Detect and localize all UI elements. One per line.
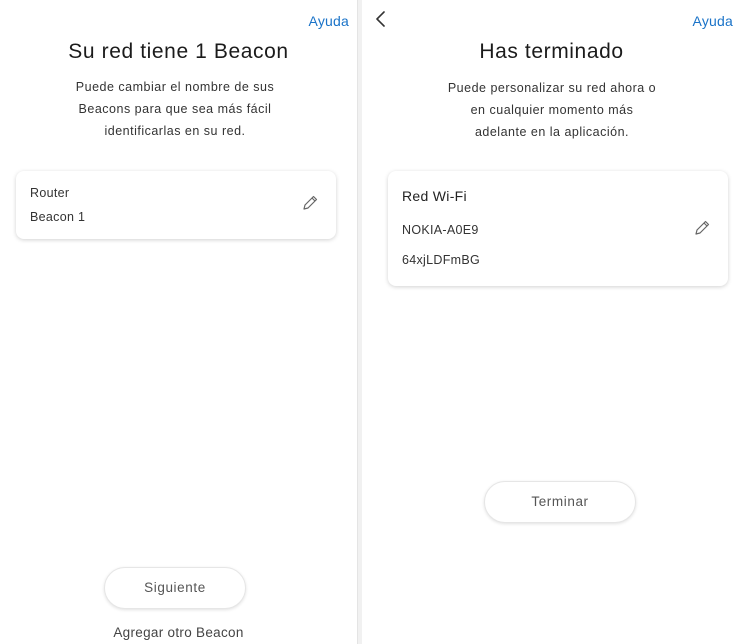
help-link[interactable]: Ayuda	[309, 13, 349, 29]
page-title: Has terminado	[479, 40, 624, 63]
wifi-network-name: NOKIA-A0E9	[402, 223, 479, 237]
subtitle-line: Beacons para que sea más fácil	[78, 102, 272, 116]
subtitle-line: identificarlas en su red.	[104, 124, 246, 138]
page-subtitle: Puede personalizar su red ahora o en cua…	[407, 77, 697, 143]
subtitle-line: en cualquier momento más	[470, 103, 634, 117]
page-subtitle: Puede cambiar el nombre de sus Beacons p…	[30, 76, 320, 142]
beacon-summary-screen: Ayuda Su red tiene 1 Beacon Puede cambia…	[0, 0, 357, 644]
beacon-type-label: Router	[30, 186, 70, 200]
beacon-card[interactable]: Router Beacon 1	[16, 171, 336, 239]
pencil-icon[interactable]	[300, 193, 320, 213]
wifi-password: 64xjLDFmBG	[402, 253, 481, 267]
pencil-icon[interactable]	[692, 218, 712, 238]
add-beacon-link[interactable]: Agregar otro Beacon	[0, 625, 357, 640]
subtitle-line: adelante en la aplicación.	[474, 125, 630, 139]
wifi-network-card[interactable]: Red Wi-Fi NOKIA-A0E9 64xjLDFmBG	[388, 171, 728, 286]
setup-complete-screen: Ayuda Has terminado Puede personalizar s…	[362, 0, 741, 644]
wifi-card-header: Red Wi-Fi	[402, 188, 467, 204]
subtitle-line: Puede cambiar el nombre de sus	[75, 80, 275, 94]
subtitle-line: Puede personalizar su red ahora o	[447, 81, 657, 95]
chevron-left-icon[interactable]	[372, 9, 390, 29]
finish-button[interactable]: Terminar	[484, 481, 636, 523]
help-link[interactable]: Ayuda	[693, 13, 733, 29]
page-title: Su red tiene 1 Beacon	[68, 40, 289, 63]
beacon-name-label: Beacon 1	[30, 210, 86, 224]
next-button[interactable]: Siguiente	[104, 567, 246, 609]
